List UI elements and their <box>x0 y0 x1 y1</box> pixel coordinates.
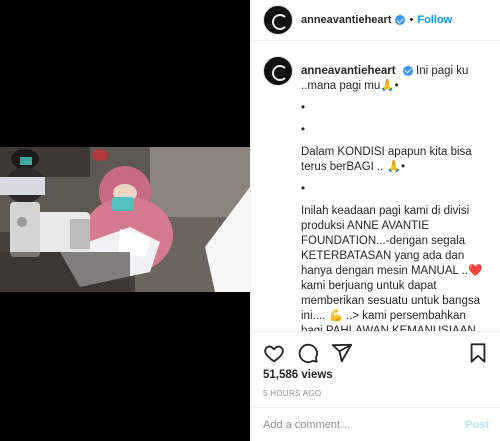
caption-line: Inilah keadaan pagi kami di divisi produ… <box>301 205 483 331</box>
post-timestamp[interactable]: 5 HOURS AGO <box>263 389 321 398</box>
verified-badge-icon <box>402 65 413 76</box>
heart-icon[interactable] <box>263 342 285 364</box>
comment-icon[interactable] <box>297 342 319 364</box>
caption-line: • <box>301 183 306 195</box>
bookmark-icon[interactable] <box>467 342 489 364</box>
view-count[interactable]: 51,586 views <box>263 369 333 381</box>
share-icon[interactable] <box>331 342 353 364</box>
post-photo[interactable] <box>0 147 250 292</box>
avatar[interactable] <box>263 5 293 35</box>
post-actions: 51,586 views 5 HOURS AGO Post <box>251 331 500 441</box>
caption-line: • <box>301 102 306 114</box>
verified-badge-icon <box>395 15 406 25</box>
follow-button[interactable]: Follow <box>417 14 452 26</box>
media-pane <box>0 0 250 441</box>
caption-text: anneavantieheart Ini pagi ku ..mana pagi… <box>301 56 489 331</box>
username-link[interactable]: anneavantieheart <box>301 14 391 26</box>
post-photo-image <box>0 147 250 292</box>
post-comment-button[interactable]: Post <box>465 419 489 431</box>
caption-line: Dalam KONDISI apapun kita bisa terus ber… <box>301 146 472 173</box>
post-header: anneavantieheart • Follow <box>251 0 500 41</box>
caption-username[interactable]: anneavantieheart <box>301 65 396 77</box>
caption-line: • <box>301 124 306 136</box>
avatar[interactable] <box>263 56 293 86</box>
post-side-panel: anneavantieheart • Follow anneavantiehea… <box>250 0 500 441</box>
comment-box: Post <box>251 407 500 441</box>
comment-input[interactable] <box>263 419 466 431</box>
post-caption: anneavantieheart Ini pagi ku ..mana pagi… <box>251 41 500 331</box>
separator-dot: • <box>409 14 414 26</box>
